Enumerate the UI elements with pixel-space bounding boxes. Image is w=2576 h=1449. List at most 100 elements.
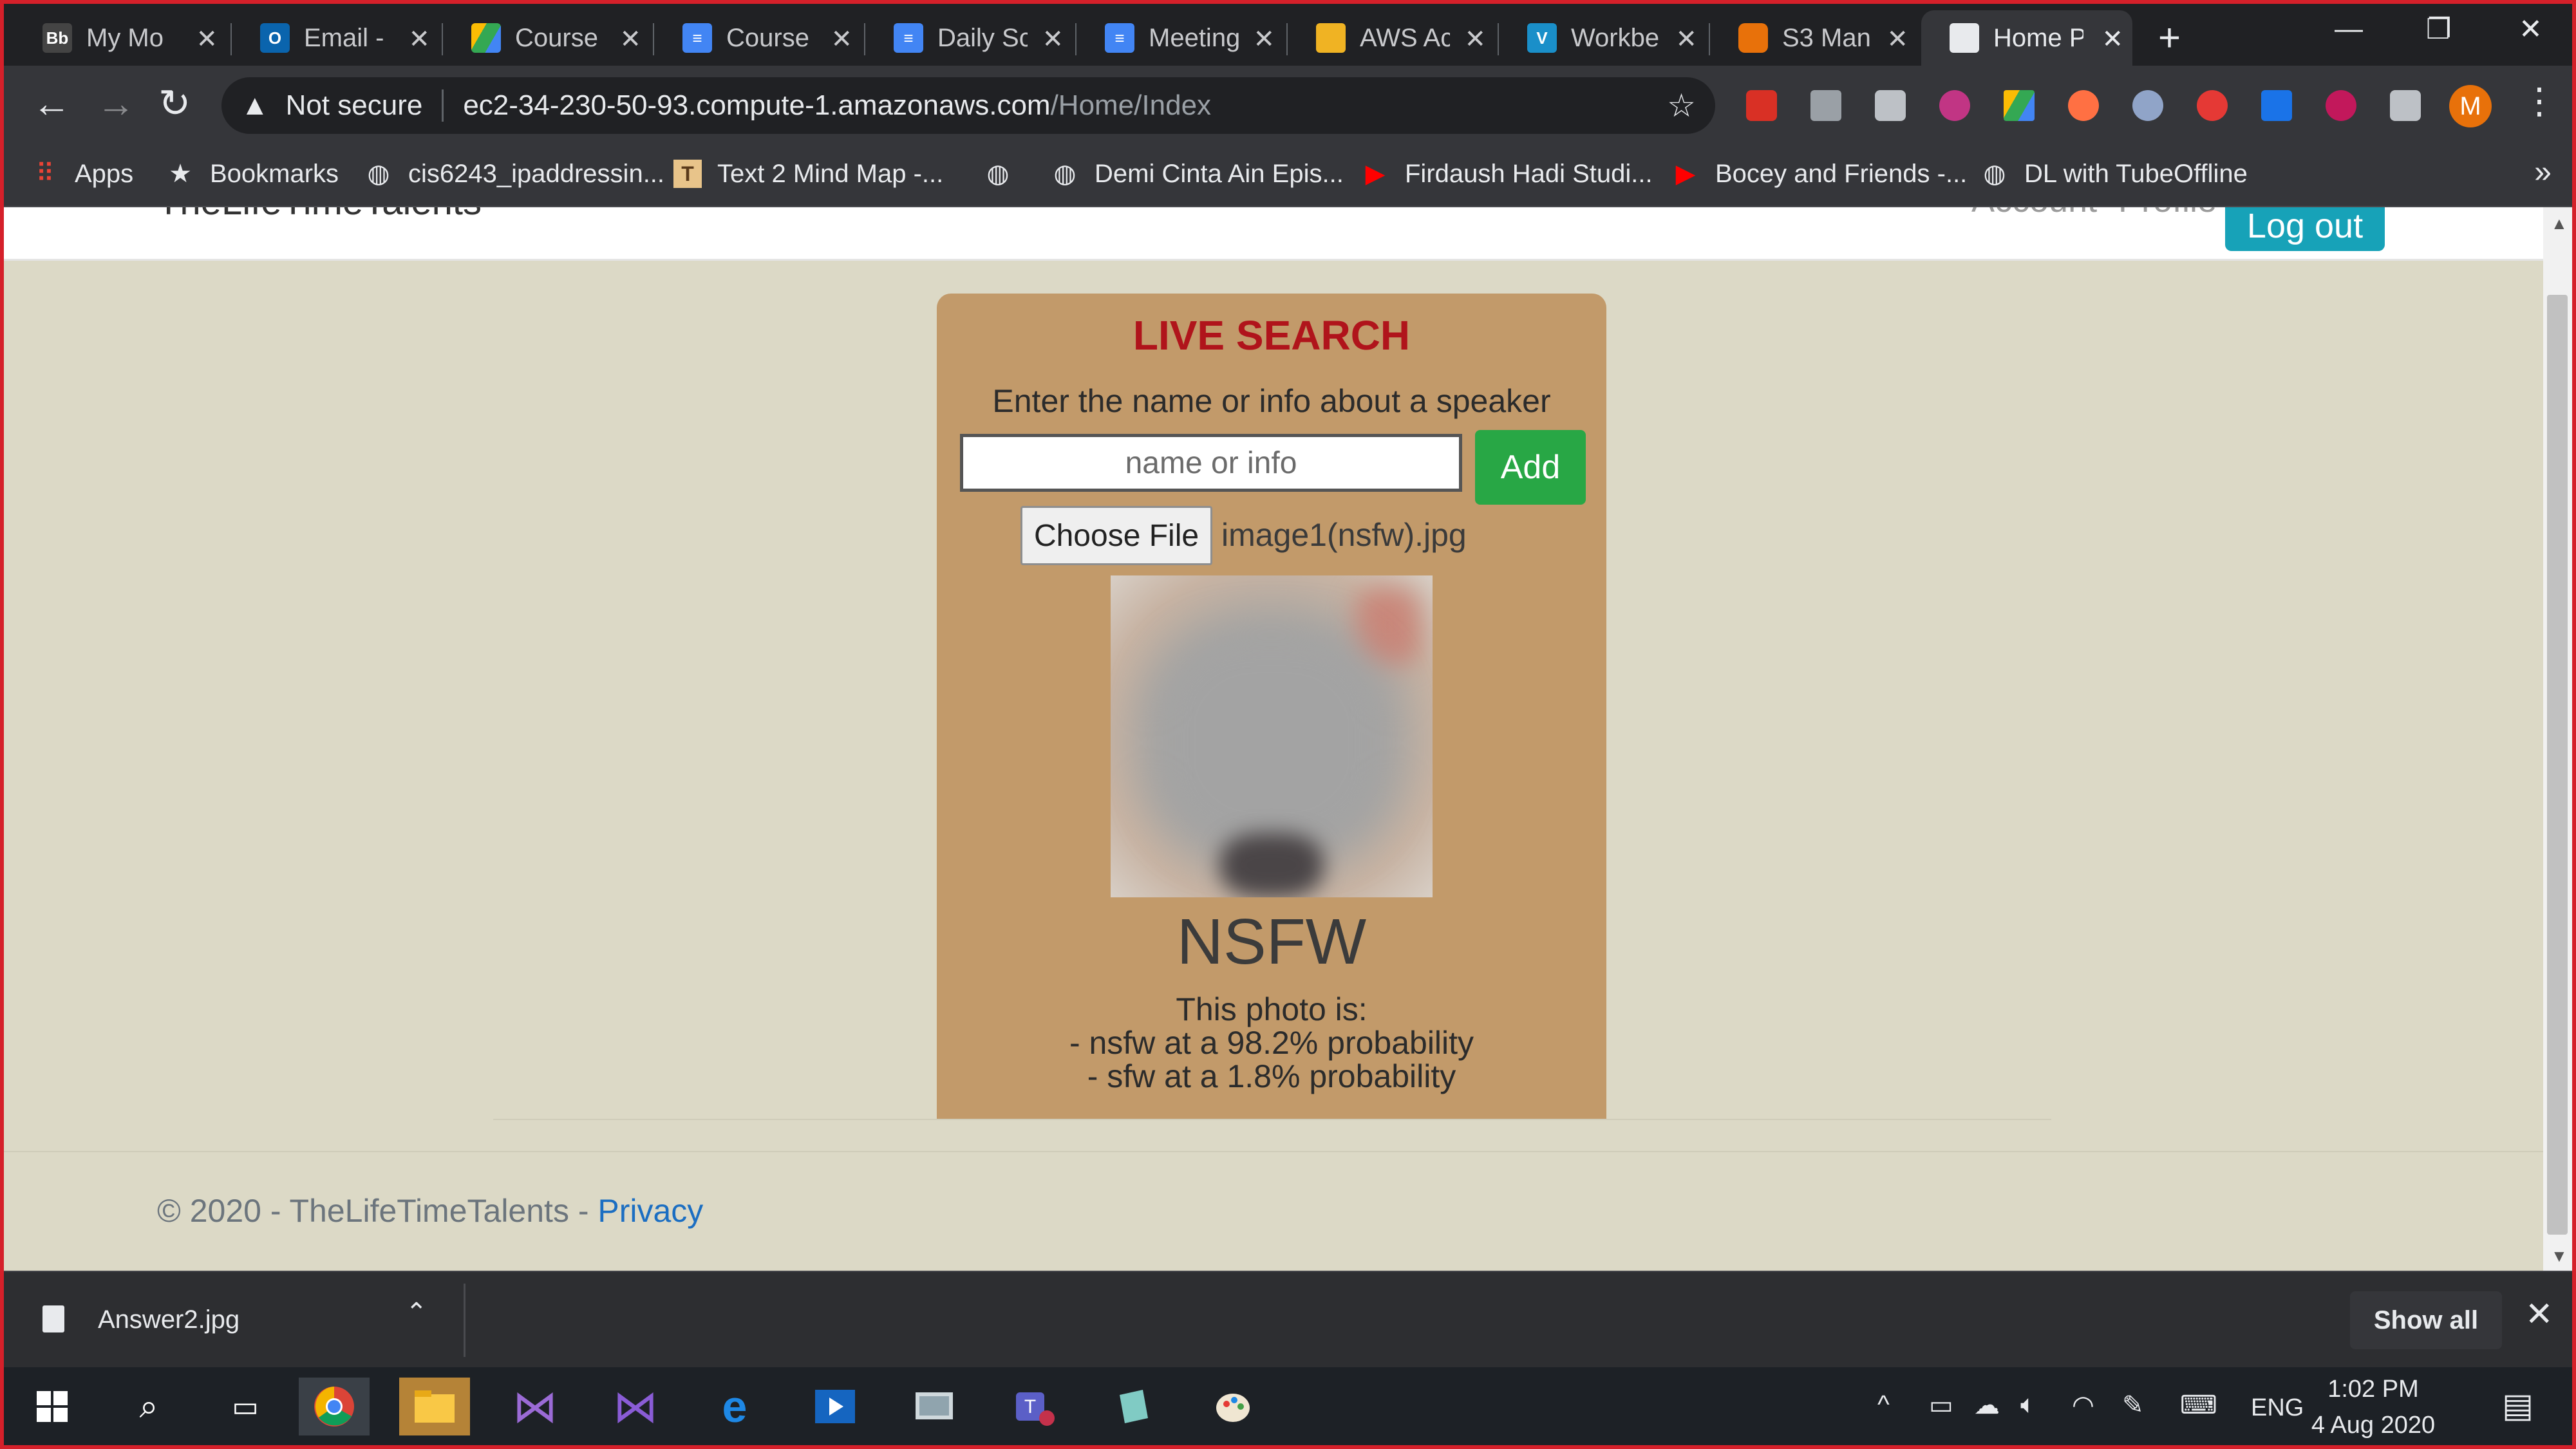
pen-extension-icon[interactable] (2261, 90, 2292, 121)
close-tab-icon[interactable]: ✕ (2101, 24, 2123, 54)
close-tab-icon[interactable]: ✕ (408, 24, 430, 54)
warning-icon[interactable]: ▲ (241, 89, 269, 122)
onedrive-icon[interactable]: ☁ (1974, 1390, 2000, 1420)
visual-studio-icon[interactable]: ⋈ (600, 1378, 671, 1435)
scroll-up-arrow-icon[interactable]: ▲ (2551, 214, 2568, 234)
teams-icon[interactable]: T (999, 1378, 1070, 1435)
close-tab-icon[interactable]: ✕ (196, 24, 218, 54)
bookmark-folder-bookmarks[interactable]: ★ Bookmarks (166, 156, 339, 192)
minimize-button[interactable]: — (2335, 13, 2363, 45)
reload-button[interactable]: ↻ (158, 81, 191, 126)
download-extension-icon[interactable] (1810, 90, 1841, 121)
tab-9[interactable]: S3 Man ✕ (1710, 10, 1917, 66)
tray-overflow-icon[interactable]: ^ (1877, 1390, 1890, 1419)
search-icon[interactable]: ⌕ (113, 1378, 184, 1435)
logout-button[interactable]: Log out (2225, 207, 2385, 251)
bookmark-tubeoffline[interactable]: ◍ DL with TubeOffline (1980, 156, 2248, 192)
tab-active-home[interactable]: Home P ✕ (1921, 10, 2132, 66)
security-label[interactable]: Not secure (286, 89, 423, 122)
edge-icon[interactable]: e (699, 1378, 770, 1435)
close-tab-icon[interactable]: ✕ (1675, 24, 1697, 54)
download-file-name[interactable]: Answer2.jpg (98, 1305, 240, 1334)
close-tab-icon[interactable]: ✕ (1253, 24, 1275, 54)
forward-button[interactable]: → (97, 81, 135, 126)
search-input[interactable] (960, 434, 1462, 492)
classification-verdict: NSFW (1176, 906, 1367, 978)
close-window-button[interactable]: ✕ (2519, 13, 2543, 46)
task-view-icon[interactable]: ▭ (210, 1378, 281, 1435)
notifications-icon[interactable]: ▤ (2502, 1387, 2534, 1425)
show-all-button[interactable]: Show all (2350, 1291, 2502, 1349)
language-indicator[interactable]: ENG (2251, 1394, 2304, 1422)
tab-1[interactable]: Bb My Mo ✕ (14, 10, 227, 66)
media-player-icon[interactable] (800, 1378, 870, 1435)
file-explorer-icon[interactable] (399, 1378, 470, 1435)
scroll-down-arrow-icon[interactable]: ▼ (2551, 1246, 2568, 1266)
nav-account[interactable]: Account (1971, 207, 2097, 220)
url-path[interactable]: /Home/Index (1051, 89, 1211, 122)
profile-avatar[interactable]: M (2449, 85, 2492, 127)
close-downloads-icon[interactable]: ✕ (2525, 1295, 2553, 1334)
nav-profile[interactable]: Profile (2118, 207, 2217, 220)
notes-icon[interactable] (1098, 1378, 1169, 1435)
close-tab-icon[interactable]: ✕ (1464, 24, 1486, 54)
google-drive-extension-icon[interactable] (2004, 90, 2035, 121)
tab-7[interactable]: AWS Ac ✕ (1288, 10, 1495, 66)
globe-icon: ◍ (986, 160, 1010, 188)
site-brand[interactable]: TheLifeTimeTalents (157, 207, 482, 223)
youtube-icon: ▶ (1675, 160, 1696, 188)
tab-8[interactable]: V Workbe ✕ (1499, 10, 1706, 66)
camera-extension-icon[interactable] (1875, 90, 1906, 121)
chrome-icon[interactable] (299, 1378, 370, 1435)
browser-menu-icon[interactable]: ⋮ (2521, 80, 2557, 122)
chevron-up-icon[interactable]: ⌃ (406, 1298, 428, 1327)
address-bar[interactable]: ▲ Not secure ec2-34-230-50-93.compute-1.… (221, 77, 1715, 134)
privacy-link[interactable]: Privacy (597, 1193, 703, 1229)
visual-studio-code-icon[interactable]: ⋈ (500, 1378, 570, 1435)
pocket-extension-icon[interactable] (1746, 90, 1777, 121)
pen-icon[interactable]: ✎ (2122, 1390, 2144, 1420)
keyboard-icon[interactable]: ⌨ (2180, 1390, 2217, 1420)
url-host[interactable]: ec2-34-230-50-93.compute-1.amazonaws.com (463, 89, 1050, 122)
choose-file-button[interactable]: Choose File (1020, 506, 1212, 565)
orange-extension-icon[interactable] (2068, 90, 2099, 121)
bookmark-star-icon[interactable]: ☆ (1667, 87, 1696, 124)
tab-3[interactable]: Course ✕ (443, 10, 650, 66)
bookmark-demi-cinta[interactable]: ◍ Demi Cinta Ain Epis... (1051, 156, 1344, 192)
page-scrollbar[interactable]: ▲ ▼ (2543, 207, 2572, 1271)
wifi-icon[interactable]: ◠ (2072, 1390, 2094, 1420)
close-tab-icon[interactable]: ✕ (1886, 24, 1908, 54)
paint-icon[interactable] (1199, 1378, 1270, 1435)
restore-button[interactable]: ❐ (2426, 13, 2451, 46)
windows-start-icon[interactable] (17, 1378, 88, 1435)
instagram-extension-icon[interactable] (1939, 90, 1970, 121)
bookmark-cis6243[interactable]: ◍ cis6243_ipaddressin... (364, 156, 664, 192)
tab-2[interactable]: O Email - ✕ (232, 10, 439, 66)
scrollbar-thumb[interactable] (2547, 295, 2568, 1235)
red-swirl-extension-icon[interactable] (2197, 90, 2228, 121)
new-tab-button[interactable]: + (2158, 15, 2181, 60)
download-circle-extension-icon[interactable] (2326, 90, 2356, 121)
volume-icon[interactable]: 🔈︎ (2020, 1390, 2036, 1419)
tab-4[interactable]: ≡ Course ✕ (654, 10, 861, 66)
close-tab-icon[interactable]: ✕ (619, 24, 641, 54)
back-button[interactable]: ← (32, 81, 71, 126)
bookmark-text2mindmap[interactable]: T Text 2 Mind Map -... (673, 156, 943, 192)
close-tab-icon[interactable]: ✕ (1042, 24, 1064, 54)
tab-5[interactable]: ≡ Daily Sc ✕ (865, 10, 1073, 66)
snipping-tool-icon[interactable] (899, 1378, 970, 1435)
bookmark-apps[interactable]: ⠿ Apps (31, 156, 133, 192)
close-tab-icon[interactable]: ✕ (831, 24, 852, 54)
blue-ring-extension-icon[interactable] (2132, 90, 2163, 121)
bookmarks-overflow-button[interactable]: » (2534, 154, 2552, 190)
add-button[interactable]: Add (1475, 430, 1586, 505)
tab-6[interactable]: ≡ Meeting ✕ (1076, 10, 1284, 66)
clock[interactable]: 1:02 PM 4 Aug 2020 (2309, 1371, 2438, 1443)
bookmark-globe[interactable]: ◍ (984, 156, 1028, 192)
selected-file-name: image1(nsfw).jpg (1221, 517, 1467, 553)
live-search-card: LIVE SEARCH Enter the name or info about… (937, 294, 1606, 1119)
bookmark-bocey[interactable]: ▶ Bocey and Friends -... (1671, 156, 1968, 192)
extensions-puzzle-icon[interactable] (2390, 90, 2421, 121)
battery-icon[interactable]: ▭ (1929, 1390, 1953, 1420)
bookmark-firdaush[interactable]: ▶ Firdaush Hadi Studi... (1361, 156, 1653, 192)
